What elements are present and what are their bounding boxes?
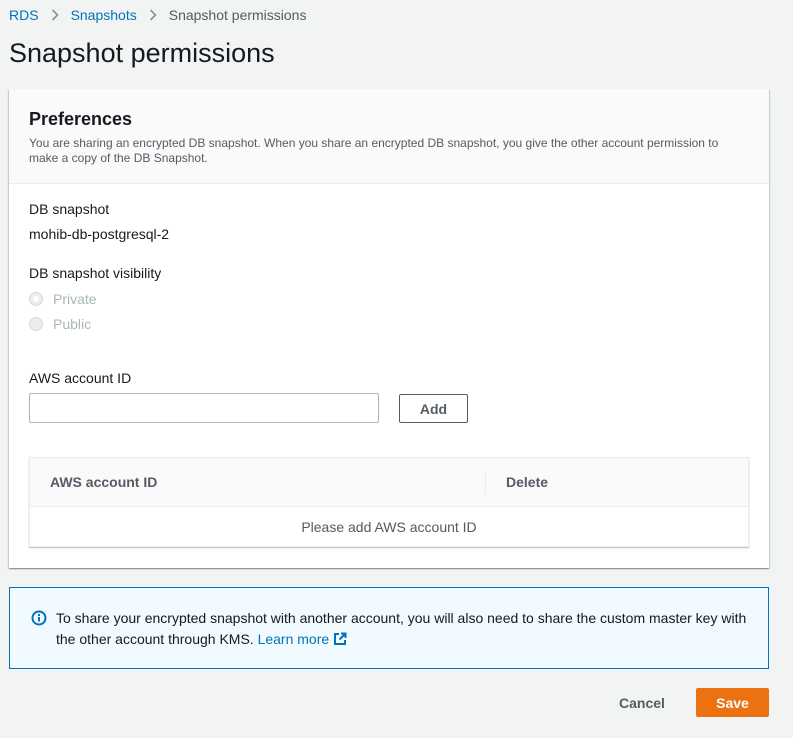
table-empty-message: Please add AWS account ID (301, 519, 477, 535)
preferences-panel: Preferences You are sharing an encrypted… (9, 89, 769, 568)
visibility-label: DB snapshot visibility (29, 265, 162, 281)
account-table: AWS account ID Delete Please add AWS acc… (29, 457, 749, 547)
radio-button[interactable] (29, 317, 43, 331)
account-id-input[interactable] (29, 393, 379, 423)
db-snapshot-label: DB snapshot (29, 201, 110, 217)
radio-label-public: Public (53, 316, 92, 332)
cancel-button[interactable]: Cancel (605, 688, 679, 717)
preferences-description: You are sharing an encrypted DB snapshot… (29, 136, 719, 165)
external-link-icon[interactable] (333, 631, 347, 652)
column-divider (485, 470, 486, 494)
chevron-right-icon (51, 9, 59, 21)
visibility-private-radio[interactable]: Private (29, 291, 97, 307)
info-alert: To share your encrypted snapshot with an… (9, 587, 769, 669)
account-id-label: AWS account ID (29, 370, 132, 386)
preferences-title: Preferences (29, 109, 133, 129)
add-button[interactable]: Add (399, 394, 468, 423)
breadcrumb-rds-link[interactable]: RDS (9, 7, 39, 23)
column-header-account-id[interactable]: AWS account ID (50, 474, 157, 490)
radio-button[interactable] (29, 292, 43, 306)
save-button[interactable]: Save (696, 688, 769, 717)
learn-more-label[interactable]: Learn more (258, 631, 330, 647)
radio-label-private: Private (53, 291, 97, 307)
visibility-public-radio[interactable]: Public (29, 316, 91, 332)
chevron-right-icon (149, 9, 157, 21)
breadcrumb-current: Snapshot permissions (168, 7, 307, 23)
learn-more-link[interactable]: Learn more (258, 631, 348, 647)
preferences-header: Preferences You are sharing an encrypted… (9, 89, 769, 184)
table-header: AWS account ID Delete (30, 458, 748, 507)
column-header-delete: Delete (506, 474, 549, 490)
info-icon (31, 610, 47, 632)
db-snapshot-value: mohib-db-postgresql-2 (29, 226, 170, 242)
page-title: Snapshot permissions (9, 38, 275, 68)
breadcrumb: RDS Snapshots Snapshot permissions (9, 6, 306, 24)
info-text: To share your encrypted snapshot with an… (56, 610, 747, 647)
breadcrumb-snapshots-link[interactable]: Snapshots (71, 7, 137, 23)
